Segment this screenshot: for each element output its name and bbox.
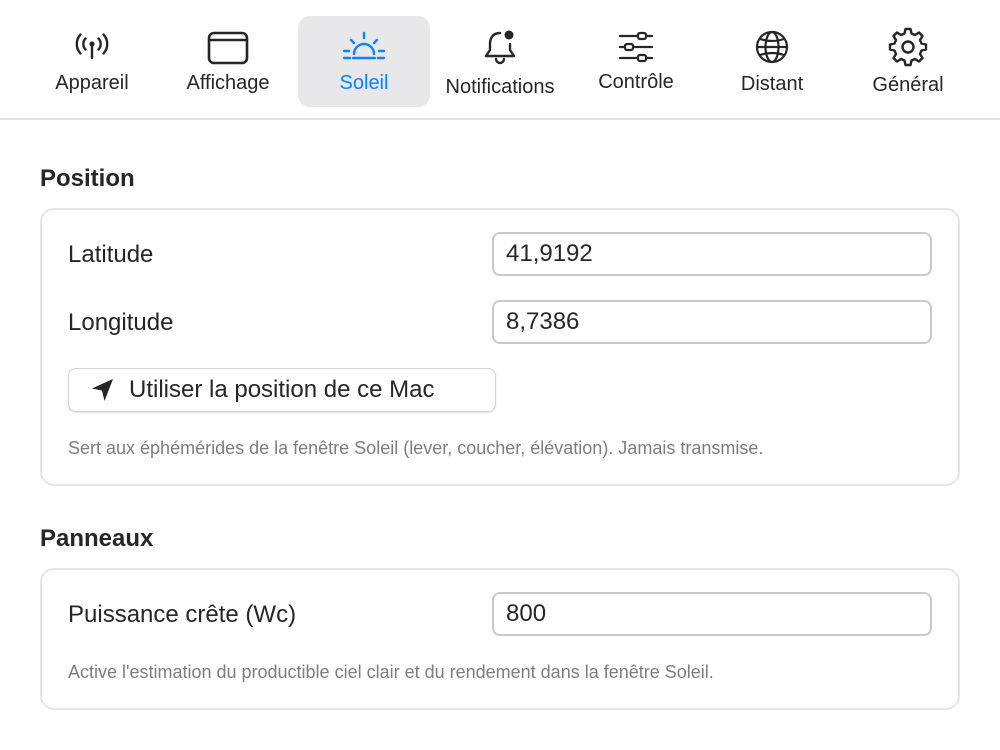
antenna-icon (70, 27, 114, 67)
tab-controle[interactable]: Contrôle (570, 16, 702, 107)
use-mac-location-label: Utiliser la position de ce Mac (129, 376, 435, 403)
sunrise-icon (342, 27, 386, 67)
longitude-field[interactable] (492, 300, 932, 344)
tab-label: Général (872, 74, 944, 96)
tab-general[interactable]: Général (842, 16, 974, 107)
latitude-field[interactable] (492, 232, 932, 276)
peak-power-label: Puissance crête (Wc) (68, 601, 297, 628)
location-arrow-icon (89, 376, 117, 404)
tab-soleil[interactable]: Soleil (298, 16, 430, 107)
panels-help-text: Active l'estimation du productible ciel … (68, 662, 714, 682)
tab-distant[interactable]: Distant (706, 16, 838, 107)
sliders-icon (614, 27, 658, 67)
globe-icon (750, 27, 794, 67)
latitude-label: Latitude (68, 241, 154, 268)
preferences-toolbar: Appareil Affichage Soleil Notifications … (0, 0, 1000, 120)
tab-appareil[interactable]: Appareil (26, 16, 158, 107)
longitude-label: Longitude (68, 309, 174, 336)
section-title-position: Position (40, 165, 135, 192)
bell-badge-icon (478, 27, 522, 67)
peak-power-field[interactable] (492, 592, 932, 636)
use-mac-location-button[interactable]: Utiliser la position de ce Mac (68, 368, 496, 412)
tab-affichage[interactable]: Affichage (162, 16, 294, 107)
panels-group (40, 568, 960, 710)
gear-icon (886, 27, 930, 67)
position-help-text: Sert aux éphémérides de la fenêtre Solei… (68, 438, 764, 458)
window-icon (206, 27, 250, 67)
section-title-panneaux: Panneaux (40, 525, 154, 552)
tab-notifications[interactable]: Notifications (434, 16, 566, 107)
